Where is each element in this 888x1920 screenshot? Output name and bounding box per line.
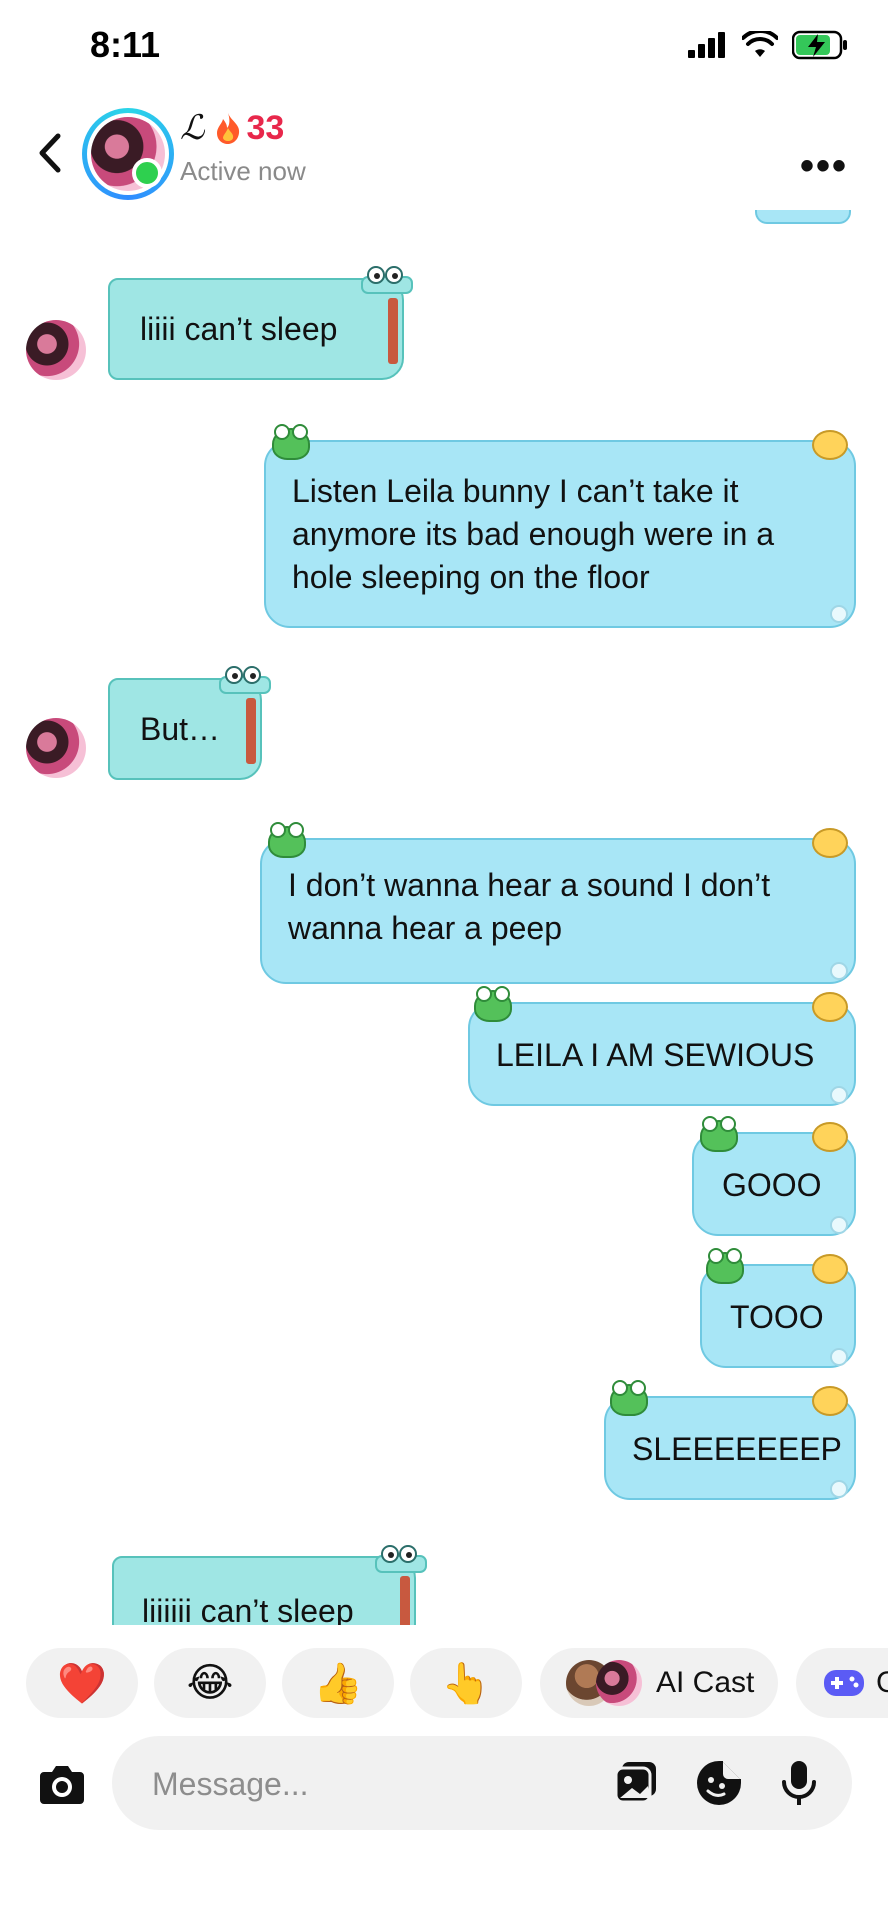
game-controller-icon (824, 1670, 864, 1696)
frog-sticker-icon (610, 1380, 648, 1416)
message-text: liiii can’t sleep (140, 311, 338, 347)
laughing-emoji-icon: 😂 (186, 1661, 234, 1705)
message-bubble-outgoing[interactable]: I don’t wanna hear a sound I don’t wanna… (260, 838, 856, 984)
frog-sticker-icon (706, 1248, 744, 1284)
chat-header: ℒ 33 Active now ••• (0, 100, 888, 210)
contact-name-row[interactable]: ℒ 33 (180, 108, 284, 148)
bubbles-decoration-icon (830, 1216, 848, 1234)
croc-eyes-icon (219, 666, 271, 694)
sticker-icon[interactable] (694, 1758, 744, 1808)
pointing-up-icon: 👆 (441, 1661, 491, 1706)
sender-avatar[interactable] (26, 320, 86, 380)
message-bubble-outgoing[interactable]: LEILA I AM SEWIOUS (468, 1002, 856, 1106)
bubbles-decoration-icon (830, 1086, 848, 1104)
croc-eyes-icon (361, 266, 413, 294)
message-text: But… (140, 711, 221, 747)
message-text: SLEEEEEEEP (632, 1431, 842, 1467)
games-label: G (876, 1666, 888, 1699)
duck-sticker-icon (812, 430, 848, 460)
frog-sticker-icon (268, 822, 306, 858)
duck-sticker-icon (812, 992, 848, 1022)
message-text: TOOO (730, 1299, 824, 1335)
wifi-icon (742, 31, 778, 57)
fire-icon (216, 113, 239, 144)
previous-bubble-tail (755, 210, 851, 224)
home-indicator-area (0, 1890, 888, 1920)
frog-sticker-icon (272, 424, 310, 460)
croc-eyes-icon (375, 1545, 427, 1573)
online-indicator (132, 158, 162, 188)
heart-icon: ❤️ (57, 1661, 107, 1706)
frog-sticker-icon (700, 1116, 738, 1152)
back-arrow-icon[interactable] (30, 128, 70, 178)
active-status: Active now (180, 156, 306, 186)
status-bar: 8:11 (0, 0, 888, 100)
camera-icon[interactable] (36, 1758, 88, 1810)
ai-cast-button[interactable]: AI Cast (540, 1648, 778, 1718)
bubbles-decoration-icon (830, 605, 848, 623)
duck-sticker-icon (812, 828, 848, 858)
thumbs-up-icon: 👍 (313, 1661, 363, 1706)
microphone-icon[interactable] (774, 1758, 824, 1808)
message-text: GOOO (722, 1167, 822, 1203)
reaction-heart[interactable]: ❤️ (26, 1648, 138, 1718)
message-input[interactable] (150, 1758, 574, 1810)
streak-badge: 33 (213, 108, 285, 148)
quick-reactions-bar: ❤️ 😂 👍 👆 AI Cast G (0, 1648, 888, 1720)
duck-sticker-icon (812, 1386, 848, 1416)
contact-name: ℒ (180, 108, 205, 148)
ai-cast-icon (566, 1660, 646, 1706)
ai-cast-label: AI Cast (656, 1666, 755, 1699)
message-composer (0, 1736, 888, 1836)
bubbles-decoration-icon (830, 962, 848, 980)
message-text: liiiiii can’t sleep (142, 1593, 354, 1625)
message-text: LEILA I AM SEWIOUS (496, 1037, 815, 1073)
contact-avatar[interactable] (82, 108, 174, 200)
reaction-laughing[interactable]: 😂 (154, 1648, 266, 1718)
message-bubble-outgoing[interactable]: Listen Leila bunny I can’t take it anymo… (264, 440, 856, 628)
status-icons (688, 30, 848, 60)
signal-icon (688, 32, 725, 58)
message-text: Listen Leila bunny I can’t take it anymo… (292, 473, 775, 595)
message-input-container[interactable] (112, 1736, 852, 1830)
reaction-thumbs-up[interactable]: 👍 (282, 1648, 394, 1718)
message-list[interactable]: liiii can’t sleep Listen Leila bunny I c… (0, 210, 888, 1625)
frog-sticker-icon (474, 986, 512, 1022)
message-bubble-incoming[interactable]: liiiiii can’t sleep (112, 1556, 416, 1625)
games-button[interactable]: G (796, 1648, 888, 1718)
duck-sticker-icon (812, 1254, 848, 1284)
bubbles-decoration-icon (830, 1480, 848, 1498)
message-text: I don’t wanna hear a sound I don’t wanna… (288, 867, 771, 946)
streak-count: 33 (246, 108, 285, 147)
duck-sticker-icon (812, 1122, 848, 1152)
more-options-icon[interactable]: ••• (800, 144, 848, 189)
battery-charging-icon (792, 30, 847, 60)
status-time: 8:11 (90, 24, 161, 65)
reaction-pointing-up[interactable]: 👆 (410, 1648, 522, 1718)
sender-avatar[interactable] (26, 718, 86, 778)
bubbles-decoration-icon (830, 1348, 848, 1366)
gallery-icon[interactable] (612, 1758, 662, 1808)
